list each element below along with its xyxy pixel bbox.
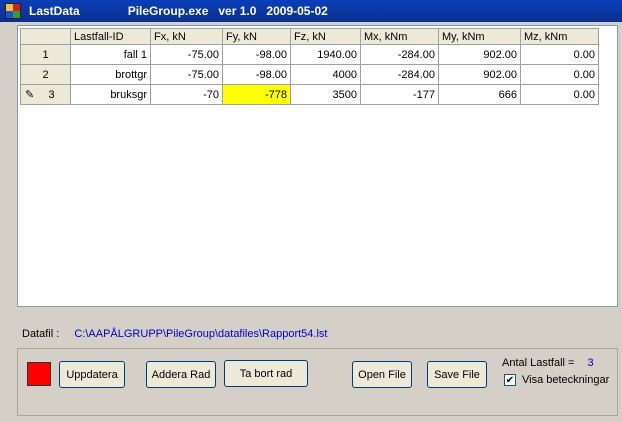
cell-mz[interactable]: 0.00 [520,44,599,65]
cell-fz[interactable]: 4000 [290,64,361,85]
row-number-label: 3 [48,88,55,101]
table-row[interactable]: 1 fall 1 -75.00 -98.00 1940.00 -284.00 9… [20,44,599,65]
col-header-lastfall[interactable]: Lastfall-ID [70,28,151,45]
antal-lastfall: Antal Lastfall = 3 [502,357,594,369]
cell-mz[interactable]: 0.00 [520,84,599,105]
col-header-fz[interactable]: Fz, kN [290,28,361,45]
col-header-mx[interactable]: Mx, kNm [360,28,439,45]
control-panel: Uppdatera Addera Rad Ta bort rad Open Fi… [17,348,618,416]
cell-my[interactable]: 666 [438,84,521,105]
cell-mx[interactable]: -284.00 [360,64,439,85]
cell-mx[interactable]: -177 [360,84,439,105]
row-number[interactable]: 1 [20,44,71,65]
status-indicator [27,362,51,386]
cell-my[interactable]: 902.00 [438,44,521,65]
app-icon [5,3,21,19]
cell-fz[interactable]: 3500 [290,84,361,105]
cell-mz[interactable]: 0.00 [520,64,599,85]
window-title: LastData [29,4,80,18]
cell-fy[interactable]: -98.00 [222,44,291,65]
datafil-path: C:\AAPÅLGRUPP\PileGroup\datafiles\Rappor… [74,328,328,340]
data-grid[interactable]: Lastfall-ID Fx, kN Fy, kN Fz, kN Mx, kNm… [17,25,618,307]
cell-fy-selected[interactable]: -778 [222,84,291,105]
cell-mx[interactable]: -284.00 [360,44,439,65]
datafil-line: Datafil : C:\AAPÅLGRUPP\PileGroup\datafi… [22,328,327,340]
uppdatera-button[interactable]: Uppdatera [59,361,125,388]
table-row[interactable]: ✎ 3 bruksgr -70 -778 3500 -177 666 0.00 [20,84,599,105]
row-number[interactable]: 2 [20,64,71,85]
col-header-fx[interactable]: Fx, kN [150,28,223,45]
datafil-label: Datafil : [22,328,60,340]
cell-fx[interactable]: -70 [150,84,223,105]
table-row[interactable]: 2 brottgr -75.00 -98.00 4000 -284.00 902… [20,64,599,85]
cell-lastfall[interactable]: bruksgr [70,84,151,105]
cell-fx[interactable]: -75.00 [150,64,223,85]
antal-label: Antal Lastfall = [502,357,575,369]
title-bar: LastData PileGroup.exe ver 1.0 2009-05-0… [0,0,622,22]
cell-fz[interactable]: 1940.00 [290,44,361,65]
row-number[interactable]: ✎ 3 [20,84,71,105]
antal-value: 3 [587,357,594,369]
col-header-my[interactable]: My, kNm [438,28,521,45]
row-header-corner [20,28,71,45]
main-window: Lastfall-ID Fx, kN Fy, kN Fz, kN Mx, kNm… [0,22,622,422]
save-file-button[interactable]: Save File [427,361,487,388]
ta-bort-rad-button[interactable]: Ta bort rad [224,360,308,387]
header-row: Lastfall-ID Fx, kN Fy, kN Fz, kN Mx, kNm… [20,28,599,45]
cell-fx[interactable]: -75.00 [150,44,223,65]
load-table: Lastfall-ID Fx, kN Fy, kN Fz, kN Mx, kNm… [20,28,599,105]
cell-lastfall[interactable]: brottgr [70,64,151,85]
cell-lastfall[interactable]: fall 1 [70,44,151,65]
checkbox-checked-icon[interactable]: ✔ [504,374,516,386]
visa-label: Visa beteckningar [522,374,610,386]
pencil-icon: ✎ [25,89,35,101]
col-header-mz[interactable]: Mz, kNm [520,28,599,45]
visa-beteckningar-checkbox[interactable]: ✔ Visa beteckningar [504,374,609,386]
col-header-fy[interactable]: Fy, kN [222,28,291,45]
cell-fy[interactable]: -98.00 [222,64,291,85]
open-file-button[interactable]: Open File [352,361,412,388]
window-info: PileGroup.exe ver 1.0 2009-05-02 [127,4,328,18]
cell-my[interactable]: 902.00 [438,64,521,85]
addera-rad-button[interactable]: Addera Rad [146,361,216,388]
